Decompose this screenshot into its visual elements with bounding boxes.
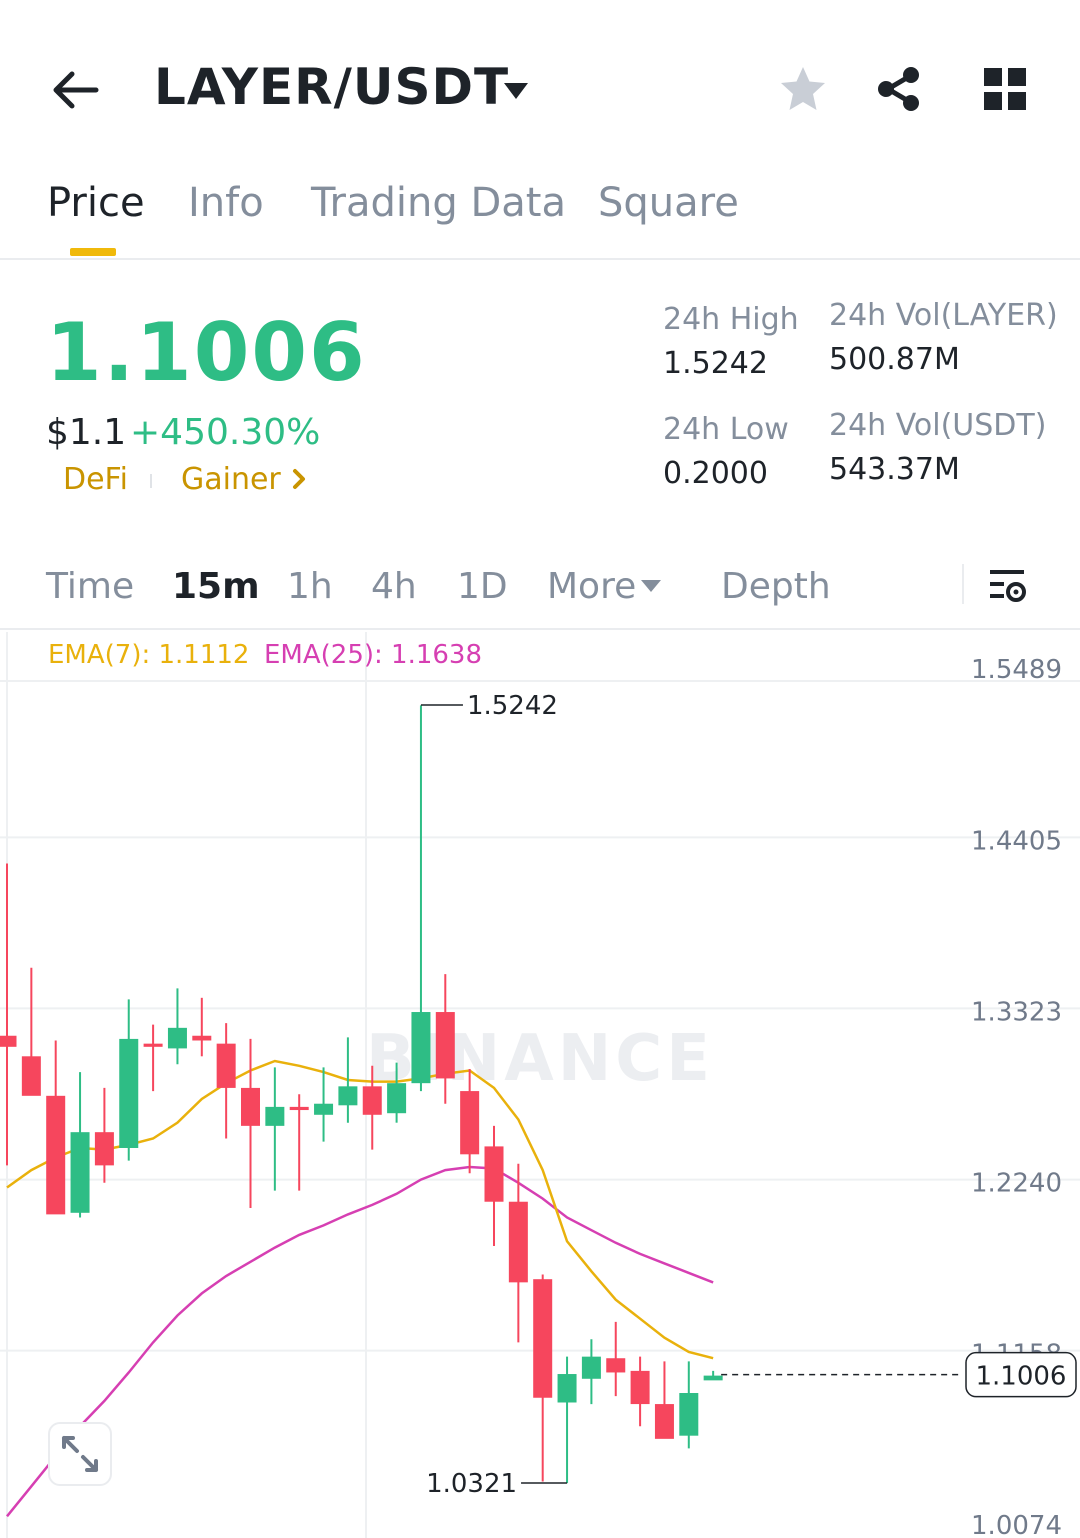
top-bar: LAYER/USDT	[0, 0, 1080, 170]
y-axis-tick-label: 1.3323	[971, 997, 1062, 1027]
high-24h-value: 1.5242	[663, 346, 768, 381]
candlestick-chart[interactable]: 1.54891.44051.33231.22401.11581.0074BINA…	[0, 632, 1080, 1538]
vol-quote-value: 543.37M	[829, 452, 960, 487]
y-axis-tick-label: 1.4405	[971, 826, 1062, 856]
high-24h-label: 24h High	[663, 302, 799, 337]
tab-trading-data[interactable]: Trading Data	[311, 180, 566, 226]
candle-body	[654, 1404, 674, 1439]
y-axis-tick-label: 1.5489	[971, 655, 1062, 685]
price-change-percent: +450.30%	[130, 412, 321, 453]
interval-divider	[962, 564, 964, 604]
app-grid-icon[interactable]	[982, 66, 1028, 112]
last-price-axis-label: 1.1006	[976, 1362, 1067, 1392]
pair-title[interactable]: LAYER/USDT	[154, 58, 509, 116]
candle-body	[289, 1106, 309, 1111]
candle-body	[435, 1012, 455, 1079]
y-axis-tick-label: 1.0074	[971, 1511, 1062, 1538]
back-arrow-icon[interactable]	[50, 68, 100, 112]
candle-body	[484, 1146, 504, 1202]
candle-body	[265, 1106, 285, 1126]
last-price: 1.1006	[46, 306, 367, 399]
main-tabs: Price Info Trading Data Square	[0, 170, 1080, 260]
low-24h-label: 24h Low	[663, 412, 789, 447]
interval-1h[interactable]: 1h	[287, 566, 333, 607]
candle-body	[70, 1132, 90, 1213]
low-marker-label: 1.0321	[426, 1469, 517, 1499]
candle-body	[508, 1201, 528, 1283]
interval-15m[interactable]: 15m	[172, 566, 260, 607]
interval-time[interactable]: Time	[46, 566, 134, 607]
candle-body	[679, 1393, 699, 1436]
candle-body	[46, 1095, 66, 1215]
ema25-line	[6, 1165, 714, 1518]
tab-square[interactable]: Square	[598, 180, 739, 226]
tab-price[interactable]: Price	[47, 180, 145, 226]
usd-price: $1.1	[46, 412, 127, 453]
candle-body	[241, 1087, 260, 1126]
y-axis-tick-label: 1.2240	[971, 1169, 1062, 1199]
candle-body	[216, 1043, 236, 1088]
low-24h-value: 0.2000	[663, 456, 768, 491]
interval-depth[interactable]: Depth	[721, 566, 831, 607]
candle-body	[338, 1086, 358, 1106]
candle-body	[606, 1358, 626, 1373]
expand-icon	[62, 1436, 98, 1472]
candle-body	[0, 1035, 17, 1047]
ema7-legend: EMA(7): 1.1112	[48, 640, 250, 670]
candle-body	[362, 1086, 382, 1115]
interval-bar: Time 15m 1h 4h 1D More Depth	[0, 552, 1080, 630]
candle-body	[94, 1132, 114, 1166]
candle-body	[314, 1103, 334, 1115]
interval-1d[interactable]: 1D	[457, 566, 508, 607]
candle-body	[703, 1375, 723, 1381]
candle-body	[533, 1279, 553, 1398]
candle-body	[21, 1056, 41, 1096]
candle-body	[411, 1012, 431, 1084]
tab-info[interactable]: Info	[188, 180, 264, 226]
tag-gainer[interactable]: Gainer	[181, 462, 281, 497]
candle-body	[387, 1083, 407, 1114]
candle-body	[143, 1043, 163, 1047]
interval-more[interactable]: More	[547, 566, 636, 607]
candle-body	[581, 1356, 601, 1379]
interval-4h[interactable]: 4h	[371, 566, 417, 607]
vol-quote-label: 24h Vol(USDT)	[829, 408, 1047, 443]
candle-body	[119, 1038, 139, 1148]
chevron-right-icon[interactable]	[290, 466, 310, 492]
candle-body	[460, 1091, 480, 1155]
favorite-star-icon[interactable]	[778, 64, 828, 114]
high-marker-label: 1.5242	[467, 691, 558, 721]
pair-dropdown-caret-icon[interactable]	[502, 80, 530, 102]
ema25-legend: EMA(25): 1.1638	[264, 640, 483, 670]
vol-base-value: 500.87M	[829, 342, 960, 377]
chart-settings-icon[interactable]	[986, 564, 1030, 608]
candle-body	[192, 1035, 212, 1041]
fullscreen-button[interactable]	[48, 1422, 112, 1486]
more-caret-icon[interactable]	[640, 578, 662, 594]
share-icon[interactable]	[874, 64, 924, 114]
vol-base-label: 24h Vol(LAYER)	[829, 298, 1058, 333]
tag-divider	[150, 474, 152, 488]
candle-body	[557, 1374, 577, 1403]
active-tab-indicator	[70, 248, 116, 256]
candle-body	[167, 1027, 187, 1049]
tag-defi[interactable]: DeFi	[63, 462, 128, 497]
chart-svg: 1.54891.44051.33231.22401.11581.0074BINA…	[0, 632, 1080, 1538]
candle-body	[630, 1370, 650, 1405]
